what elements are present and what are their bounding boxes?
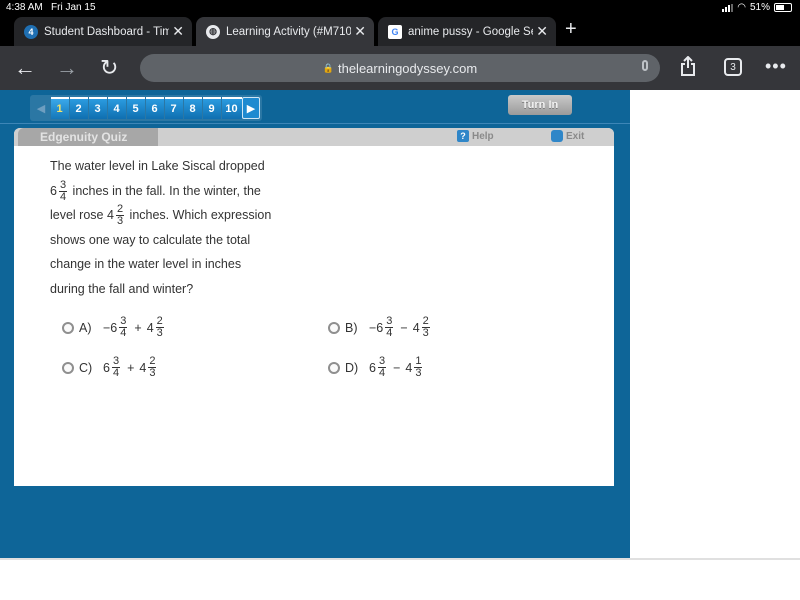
tab-count-button[interactable]: 3 [724, 58, 742, 76]
radio-button[interactable] [62, 321, 74, 334]
url-text: thelearningodyssey.com [337, 60, 478, 76]
close-tab-icon[interactable]: ✕ [354, 23, 366, 40]
battery-icon [774, 3, 792, 12]
turn-in-button[interactable]: Turn In [508, 95, 572, 115]
tab-learning-activity[interactable]: ◍ Learning Activity (#M710 ✕ [196, 17, 374, 46]
globe-icon: ◍ [206, 24, 220, 39]
status-time: 4:38 AM Fri Jan 15 [6, 2, 96, 13]
answer-choice-d[interactable]: D) 634 − 413 [328, 356, 424, 379]
help-label: Help [472, 130, 494, 142]
question-button-9[interactable]: 9 [202, 97, 221, 119]
exit-icon [551, 130, 563, 142]
question-button-4[interactable]: 4 [107, 97, 126, 119]
question-button-6[interactable]: 6 [145, 97, 164, 119]
exit-button[interactable]: Exit [551, 130, 584, 142]
tab-title: Learning Activity (#M710 [226, 25, 351, 38]
answer-choice-c[interactable]: C) 634 + 423 [62, 356, 158, 379]
answer-choice-b[interactable]: B) −6 3 4 − 423 [328, 316, 432, 339]
question-button-2[interactable]: 2 [69, 97, 88, 119]
cellular-signal-icon [722, 3, 734, 12]
reload-icon[interactable]: ↻ [100, 55, 118, 81]
edgenuity-icon: 4 [24, 24, 38, 39]
question-button-7[interactable]: 7 [164, 97, 183, 119]
radio-button[interactable] [62, 361, 74, 374]
fraction: 23 [115, 203, 125, 228]
radio-button[interactable] [328, 361, 340, 374]
address-bar[interactable]: 🔒 thelearningodyssey.com [140, 54, 660, 82]
panel-title: Edgenuity Quiz [18, 128, 158, 146]
microphone-icon[interactable] [642, 60, 648, 71]
battery-percent: 51% [749, 2, 770, 13]
browser-tab-strip: 4 Student Dashboard - Timeline ✕ ◍ Learn… [0, 16, 800, 46]
question-button-8[interactable]: 8 [183, 97, 202, 119]
new-tab-icon[interactable]: + [565, 18, 577, 41]
previous-question-icon[interactable]: ◀ [32, 97, 50, 119]
question-button-1[interactable]: 1 [50, 97, 69, 119]
browser-toolbar: ← → ↻ 🔒 thelearningodyssey.com 3 ••• [0, 46, 800, 90]
question-line: The water level in Lake Siscal dropped [50, 159, 265, 173]
wifi-icon: ◠ [737, 2, 746, 13]
divider [0, 123, 630, 124]
ios-status-bar: 4:38 AM Fri Jan 15 ◠ 51% [0, 0, 800, 16]
question-navigator: ◀ 1 2 3 4 5 6 7 8 9 10 ▶ [30, 95, 262, 121]
divider [0, 558, 800, 560]
share-icon[interactable] [680, 56, 696, 76]
question-button-3[interactable]: 3 [88, 97, 107, 119]
radio-button[interactable] [328, 321, 340, 334]
close-tab-icon[interactable]: ✕ [536, 23, 548, 40]
help-button[interactable]: ? Help [457, 130, 494, 142]
tab-title: anime pussy - Google Search [408, 25, 533, 38]
help-icon: ? [457, 130, 469, 142]
question-line: change in the water level in inches [50, 257, 242, 272]
fraction: 34 [58, 178, 68, 203]
exit-label: Exit [566, 130, 585, 142]
question-button-10[interactable]: 10 [221, 97, 242, 119]
lock-icon: 🔒 [322, 62, 334, 73]
question-button-5[interactable]: 5 [126, 97, 145, 119]
back-icon[interactable]: ← [14, 55, 36, 81]
tab-student-dashboard[interactable]: 4 Student Dashboard - Timeline ✕ [14, 17, 192, 46]
quiz-app: ◀ 1 2 3 4 5 6 7 8 9 10 ▶ Turn In Edgenui… [0, 90, 630, 558]
next-question-icon[interactable]: ▶ [242, 97, 260, 119]
question-line: during the fall and winter? [50, 281, 194, 296]
google-icon: G [388, 24, 402, 39]
question-text: The water level in Lake Siscal dropped 6… [50, 154, 310, 302]
question-line: 634 inches in the fall. In the winter, t… [50, 178, 261, 203]
quiz-panel: Edgenuity Quiz ? Help Exit The water lev… [14, 128, 614, 486]
answer-choice-a[interactable]: A) −6 3 4 + 423 [62, 316, 166, 339]
forward-icon[interactable]: → [56, 55, 78, 81]
close-tab-icon[interactable]: ✕ [172, 23, 184, 40]
tab-title: Student Dashboard - Timeline [44, 25, 169, 38]
more-menu-icon[interactable]: ••• [765, 56, 787, 77]
question-line: level rose 423 inches. Which expression [50, 203, 272, 228]
tab-google-search[interactable]: G anime pussy - Google Search ✕ [378, 17, 556, 46]
question-line: shows one way to calculate the total [50, 232, 251, 247]
panel-header: Edgenuity Quiz ? Help Exit [14, 128, 614, 146]
